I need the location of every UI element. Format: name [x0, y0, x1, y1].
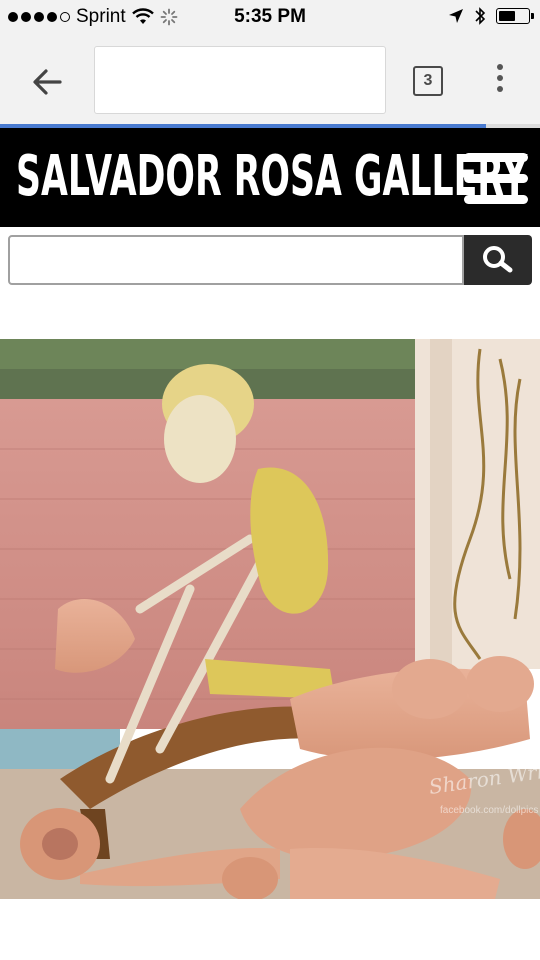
battery-icon	[496, 8, 534, 24]
more-vert-icon[interactable]	[490, 64, 510, 100]
location-arrow-icon	[449, 9, 463, 23]
watermark-url: facebook.com/dollpics	[440, 805, 538, 816]
back-arrow-icon[interactable]	[26, 62, 70, 102]
status-right	[448, 6, 534, 26]
browser-toolbar: 3	[0, 34, 540, 126]
magnifier-icon	[483, 245, 513, 272]
status-bar: Sprint 5:35 PM	[0, 0, 540, 34]
hamburger-menu-icon[interactable]	[464, 153, 528, 207]
tab-switcher-button[interactable]: 3	[413, 66, 443, 96]
bluetooth-icon	[475, 7, 486, 25]
search-input[interactable]	[8, 235, 464, 285]
artwork-image[interactable]: Sharon Wright facebook.com/dollpics	[0, 339, 540, 899]
address-bar[interactable]	[94, 46, 386, 114]
site-title[interactable]: SALVADOR ROSA GALLERY	[16, 142, 527, 212]
search-button[interactable]	[464, 235, 532, 285]
site-header: SALVADOR ROSA GALLERY	[0, 128, 540, 227]
artwork-photo: Sharon Wright facebook.com/dollpics	[0, 339, 540, 899]
search-bar	[0, 227, 540, 293]
